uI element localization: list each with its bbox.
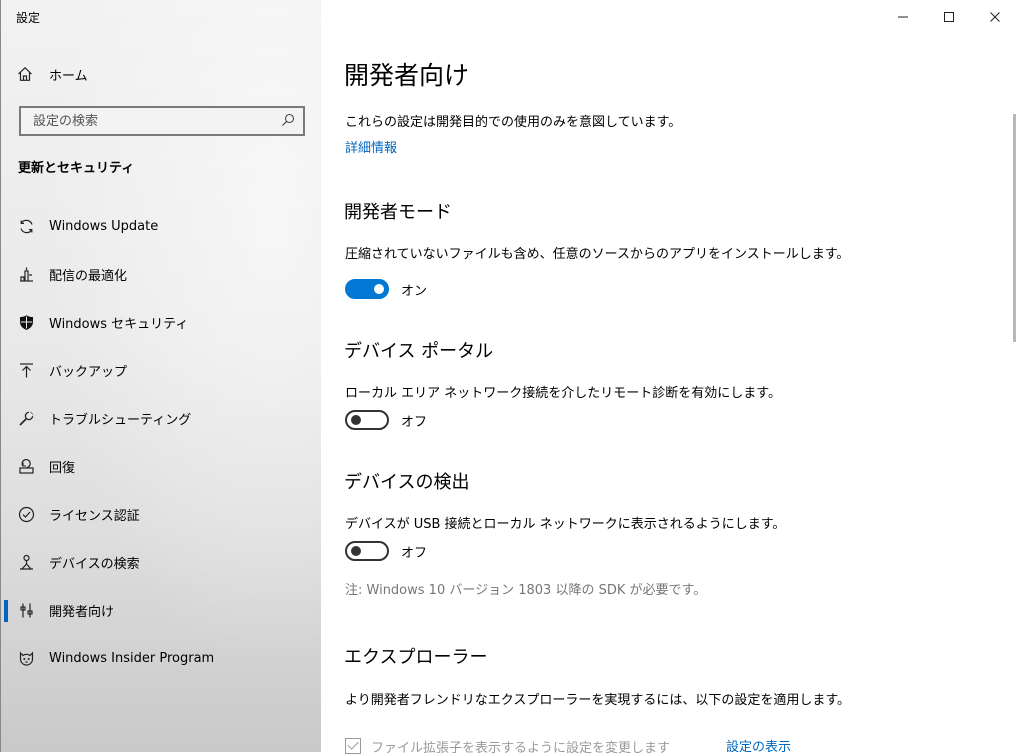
device-discovery-description: デバイスが USB 接続とローカル ネットワークに表示されるようにします。 [345, 517, 786, 532]
nav-label: 開発者向け [49, 604, 115, 620]
developer-mode-toggle[interactable] [345, 279, 389, 299]
device-portal-heading: デバイス ポータル [344, 341, 494, 362]
nav-label: トラブルシューティング [49, 412, 192, 428]
nav-label: デバイスの検索 [49, 556, 140, 572]
nav-item-windows-insider[interactable]: Windows Insider Program [1, 634, 322, 682]
toggle-knob [351, 546, 361, 556]
developer-mode-toggle-row: オン [345, 278, 427, 300]
intro-text: これらの設定は開発目的での使用のみを意図しています。 [345, 115, 682, 130]
developer-mode-heading: 開発者モード [344, 202, 452, 223]
device-discovery-heading: デバイスの検出 [344, 472, 470, 493]
backup-icon [17, 361, 35, 379]
developer-mode-state: オン [401, 283, 428, 299]
section-heading: 更新とセキュリティ [18, 161, 135, 176]
find-device-icon [17, 553, 35, 571]
home-label: ホーム [49, 68, 88, 84]
maximize-button[interactable] [926, 0, 972, 34]
maximize-icon [944, 12, 954, 22]
device-portal-toggle[interactable] [345, 410, 389, 430]
toggle-knob [374, 284, 384, 294]
wrench-icon [17, 409, 35, 427]
nav-item-for-developers[interactable]: 開発者向け [1, 586, 322, 634]
device-portal-toggle-row: オフ [345, 409, 427, 431]
home-icon [17, 66, 33, 82]
nav-label: バックアップ [49, 364, 128, 380]
nav-list: Windows Update 配信の最適化 Windows セキュリティ バック… [1, 202, 322, 682]
nav-item-find-my-device[interactable]: デバイスの検索 [1, 538, 322, 586]
sidebar: 設定 ホーム 更新とセキュリティ Windows Update 配信の最適化 [0, 0, 321, 752]
nav-label: Windows セキュリティ [49, 316, 189, 332]
nav-item-windows-security[interactable]: Windows セキュリティ [1, 298, 322, 346]
search-icon[interactable] [281, 112, 295, 131]
developer-tools-icon [17, 601, 35, 619]
close-icon [990, 12, 1000, 22]
insider-icon [17, 649, 35, 667]
recovery-icon [17, 457, 35, 475]
device-discovery-toggle-row: オフ [345, 540, 427, 562]
scrollbar[interactable] [1013, 114, 1016, 342]
app-title: 設定 [16, 11, 41, 25]
more-info-link[interactable]: 詳細情報 [345, 137, 397, 156]
file-extension-checkbox-label: ファイル拡張子を表示するように設定を変更します [371, 740, 671, 756]
nav-label: Windows Update [49, 218, 159, 234]
search-input[interactable] [31, 112, 275, 130]
nav-item-windows-update[interactable]: Windows Update [1, 202, 322, 250]
check-circle-icon [17, 505, 35, 523]
nav-item-activation[interactable]: ライセンス認証 [1, 490, 322, 538]
device-discovery-state: オフ [401, 545, 428, 561]
show-settings-link[interactable]: 設定の表示 [726, 736, 791, 755]
search-box[interactable] [19, 106, 305, 136]
nav-item-delivery-optimization[interactable]: 配信の最適化 [1, 250, 322, 298]
device-portal-description: ローカル エリア ネットワーク接続を介したリモート診断を有効にします。 [345, 386, 781, 401]
close-button[interactable] [972, 0, 1018, 34]
delivery-optimization-icon [17, 265, 35, 283]
nav-label: Windows Insider Program [49, 650, 215, 666]
toggle-knob [351, 415, 361, 425]
main-content: 開発者向け これらの設定は開発目的での使用のみを意図しています。 詳細情報 開発… [321, 0, 1018, 756]
explorer-description: より開発者フレンドリなエクスプローラーを実現するには、以下の設定を適用します。 [345, 693, 851, 708]
device-discovery-toggle[interactable] [345, 541, 389, 561]
explorer-heading: エクスプローラー [344, 647, 488, 668]
page-title: 開発者向け [344, 61, 470, 90]
nav-label: ライセンス認証 [49, 508, 140, 524]
device-portal-state: オフ [401, 414, 428, 430]
shield-icon [17, 313, 35, 331]
nav-label: 配信の最適化 [49, 268, 128, 284]
file-extension-checkbox-row: ファイル拡張子を表示するように設定を変更します [345, 736, 670, 756]
nav-item-recovery[interactable]: 回復 [1, 442, 322, 490]
device-discovery-note: 注: Windows 10 バージョン 1803 以降の SDK が必要です。 [345, 583, 707, 598]
minimize-button[interactable] [880, 0, 926, 34]
window-controls [880, 0, 1018, 34]
nav-label: 回復 [49, 460, 76, 476]
nav-item-troubleshoot[interactable]: トラブルシューティング [1, 394, 322, 442]
sync-icon [17, 217, 35, 235]
home-link[interactable]: ホーム [17, 63, 88, 85]
nav-item-backup[interactable]: バックアップ [1, 346, 322, 394]
developer-mode-description: 圧縮されていないファイルも含め、任意のソースからのアプリをインストールします。 [345, 247, 850, 262]
minimize-icon [898, 16, 908, 18]
